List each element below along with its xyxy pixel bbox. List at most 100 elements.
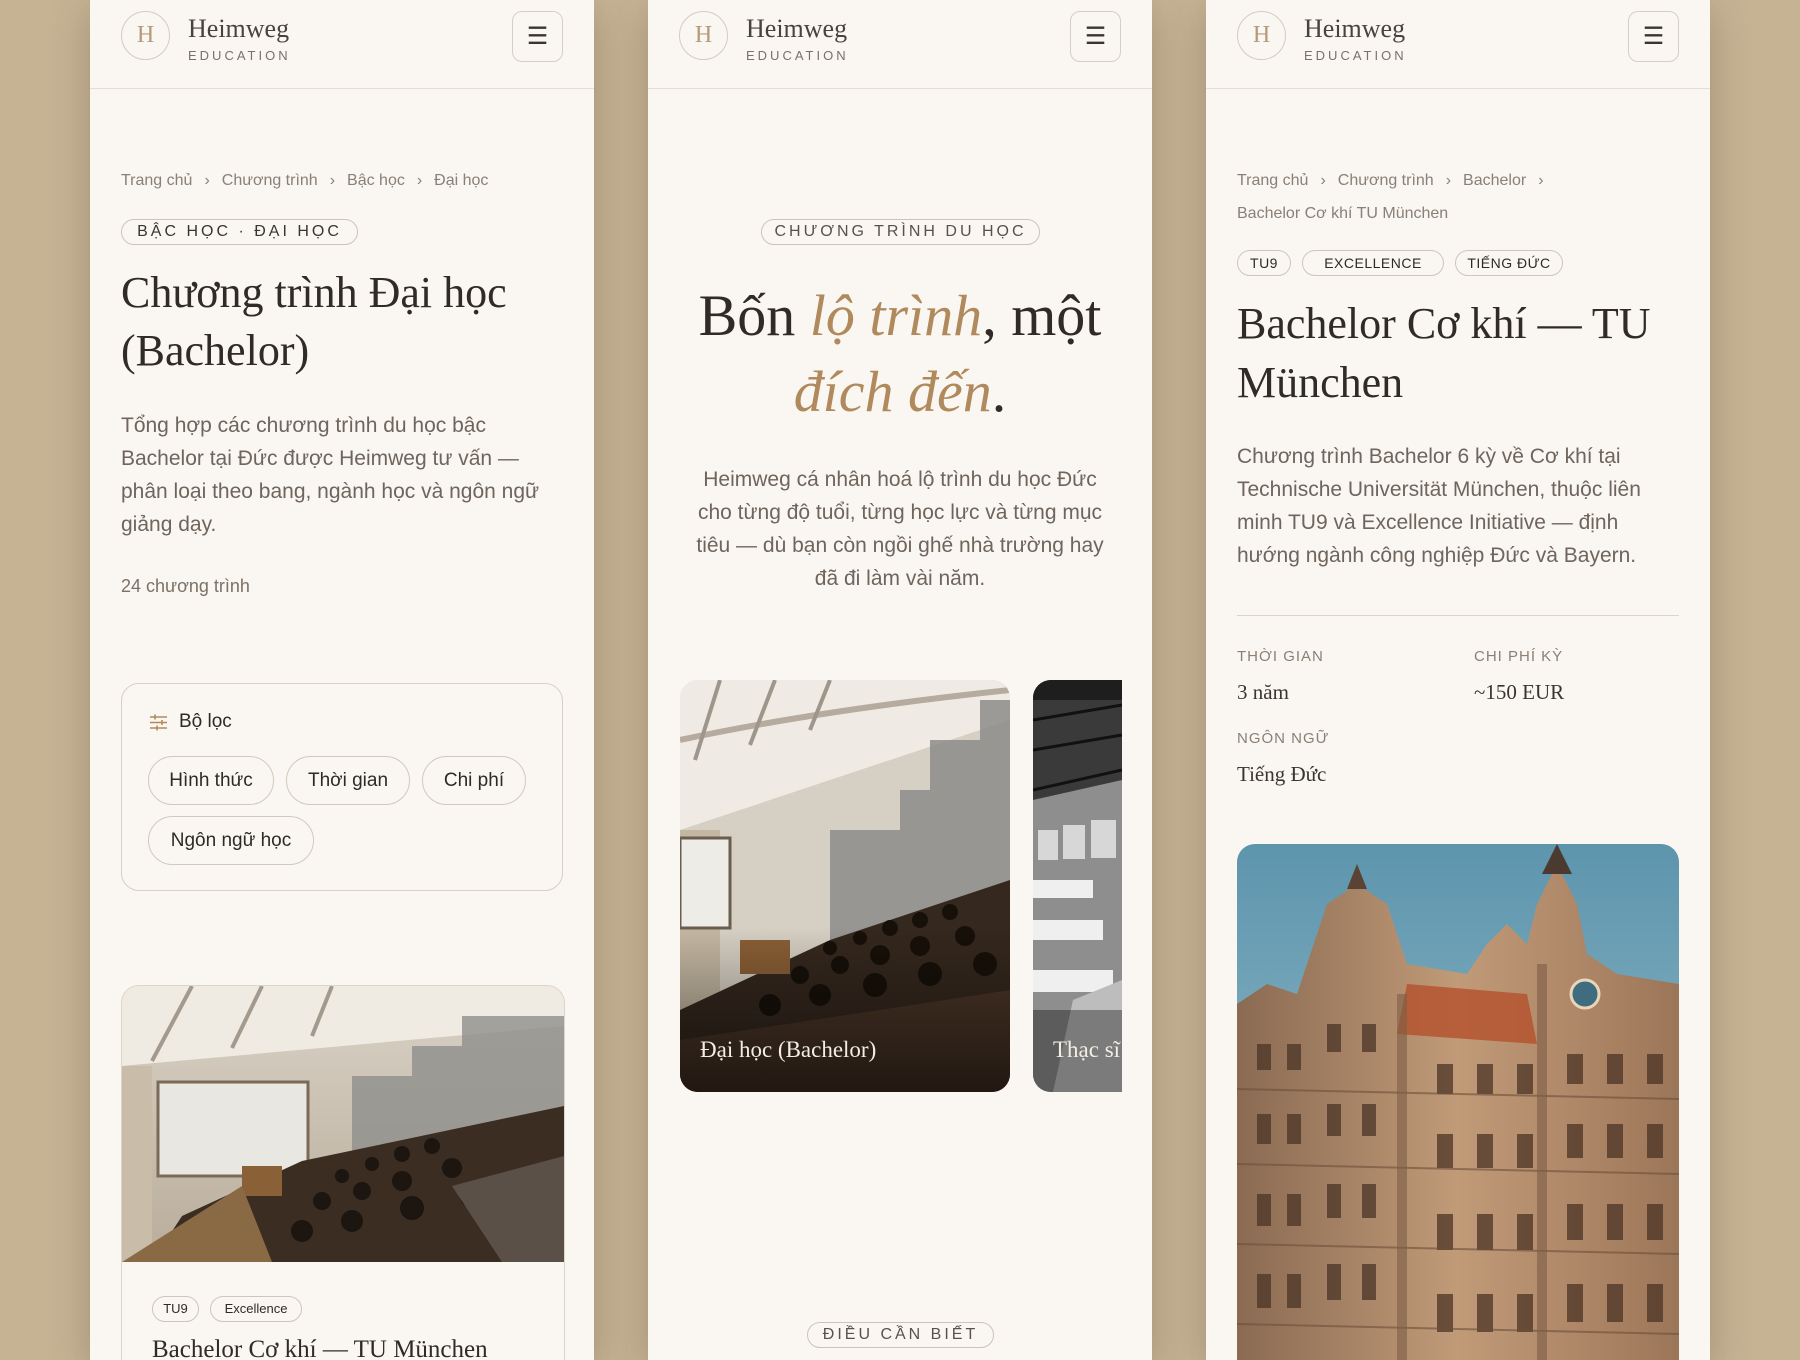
- brand-name[interactable]: Heimweg: [188, 14, 289, 44]
- description-line: Bachelor tại Đức được Heimweg tư vấn —: [121, 447, 519, 470]
- breadcrumb-programs[interactable]: Chương trình: [222, 172, 318, 190]
- chevron-right-icon: ›: [329, 172, 336, 189]
- chevron-right-icon: ›: [1445, 172, 1452, 189]
- stat-duration-label: THỜI GIAN: [1237, 648, 1324, 665]
- filter-chip-format[interactable]: Hình thức: [148, 756, 274, 805]
- breadcrumb-programs[interactable]: Chương trình: [1338, 172, 1434, 190]
- breadcrumb-level[interactable]: Bậc học: [347, 172, 405, 190]
- filter-chip-language[interactable]: Ngôn ngữ học: [148, 816, 314, 865]
- tag-excellence: EXCELLENCE: [1302, 250, 1444, 276]
- path-card-label: Đại học (Bachelor): [700, 1037, 877, 1062]
- menu-button[interactable]: ☰: [512, 11, 563, 62]
- lecture-hall-image: [680, 680, 1010, 1092]
- lecture-hall-image: [122, 986, 564, 1262]
- filter-title: Bộ lọc: [179, 711, 232, 732]
- level-badge: BẬC HỌC · ĐẠI HỌC: [121, 219, 358, 245]
- filter-chip-cost[interactable]: Chi phí: [422, 756, 526, 805]
- brand-name[interactable]: Heimweg: [1304, 14, 1405, 44]
- filter-panel: Bộ lọc Hình thức Thời gian Chi phí Ngôn …: [121, 683, 563, 891]
- breadcrumb-current: Bachelor Cơ khí TU München: [1237, 205, 1449, 222]
- screen-program-detail: H Heimweg EDUCATION ☰ Trang chủ › Chương t…: [1206, 0, 1710, 1360]
- page-title: Chương trình Đại học (Bachelor): [121, 264, 507, 380]
- header: H Heimweg EDUCATION ☰: [648, 0, 1152, 89]
- stat-language-value: Tiếng Đức: [1237, 762, 1327, 786]
- program-count: 24 chương trình: [121, 576, 250, 596]
- breadcrumb: Trang chủ › Chương trình › Bachelor ›: [1237, 172, 1556, 190]
- hero-title-part: , một: [982, 283, 1102, 348]
- description-line: Heimweg cá nhân hoá lộ trình du học Đức: [703, 468, 1097, 491]
- divider: [1237, 615, 1679, 616]
- chevron-right-icon: ›: [416, 172, 423, 189]
- stat-duration-value: 3 năm: [1237, 680, 1289, 704]
- path-card-label: Thạc sĩ: [1053, 1037, 1121, 1062]
- screen-bachelor-list: H Heimweg EDUCATION ☰ Trang chủ › Chương t…: [90, 0, 594, 1360]
- page-title-line: Chương trình Đại học: [121, 268, 507, 317]
- chevron-right-icon: ›: [1538, 172, 1544, 189]
- hero-title-part: .: [991, 359, 1007, 424]
- page-title-line: (Bachelor): [121, 326, 310, 375]
- hero-title-accent: lộ trình: [809, 283, 983, 348]
- description-line: minh TU9 và Excellence Initiative — định: [1237, 511, 1619, 534]
- brand-subtitle: EDUCATION: [746, 48, 849, 63]
- university-image: [1237, 844, 1679, 1360]
- hero-title-accent: đích đến: [793, 359, 992, 424]
- description-line: Chương trình Bachelor 6 kỳ về Cơ khí tại: [1237, 445, 1621, 468]
- chevron-right-icon: ›: [204, 172, 210, 189]
- brand-subtitle: EDUCATION: [188, 48, 291, 63]
- university-building-image: [1237, 844, 1679, 1360]
- menu-icon: ☰: [1084, 23, 1107, 50]
- description-line: Tổng hợp các chương trình du học bậc: [121, 414, 486, 437]
- logo-mark[interactable]: H: [121, 11, 170, 60]
- tag-german: TIẾNG ĐỨC: [1455, 250, 1563, 276]
- card-tag-tu9: TU9: [152, 1296, 199, 1322]
- filter-chip-duration[interactable]: Thời gian: [286, 756, 410, 805]
- breadcrumb-home[interactable]: Trang chủ: [121, 172, 192, 190]
- program-card[interactable]: TU9 Excellence Bachelor Cơ khí — TU Münc…: [121, 985, 565, 1360]
- menu-icon: ☰: [1642, 23, 1665, 50]
- stat-language-label: NGÔN NGỮ: [1237, 730, 1330, 747]
- description-line: cho từng độ tuổi, từng học lực và từng m…: [697, 501, 1103, 524]
- page-title-line: München: [1237, 358, 1404, 407]
- path-card-master[interactable]: Thạc sĩ: [1033, 680, 1122, 1092]
- hero-title: Bốn lộ trình, một đích đến.: [648, 278, 1152, 430]
- menu-icon: ☰: [526, 23, 549, 50]
- tag-tu9: TU9: [1237, 250, 1291, 276]
- menu-button[interactable]: ☰: [1628, 11, 1679, 62]
- description-line: đã đi làm vài năm.: [814, 567, 986, 590]
- page-title: Bachelor Cơ khí — TU München: [1237, 294, 1651, 412]
- page-description: Chương trình Bachelor 6 kỳ về Cơ khí tại…: [1237, 440, 1687, 572]
- screen-program-paths: H Heimweg EDUCATION ☰ CHƯƠNG TRÌNH DU HỌ…: [648, 0, 1152, 1360]
- brand-subtitle: EDUCATION: [1304, 48, 1407, 63]
- chevron-right-icon: ›: [1320, 172, 1326, 189]
- sliders-icon: [150, 714, 167, 731]
- eyebrow-badge: CHƯƠNG TRÌNH DU HỌC: [761, 219, 1040, 245]
- breadcrumb: Trang chủ › Chương trình › Bậc học › Đại học: [121, 172, 488, 190]
- description-line: phân loại theo bang, ngành học và ngôn n…: [121, 480, 540, 503]
- hero-title-part: Bốn: [698, 283, 810, 348]
- description-line: tiêu — dù bạn còn ngồi ghế nhà trường ha…: [696, 534, 1104, 557]
- path-card-bachelor[interactable]: Đại học (Bachelor): [680, 680, 1010, 1092]
- page-description: Tổng hợp các chương trình du học bậc Bac…: [121, 409, 571, 541]
- hero-description: Heimweg cá nhân hoá lộ trình du học Đức …: [648, 463, 1152, 595]
- card-tag-excellence: Excellence: [210, 1296, 302, 1322]
- section-badge: ĐIỀU CẦN BIẾT: [807, 1322, 994, 1348]
- stat-cost-value: ~150 EUR: [1474, 680, 1565, 704]
- breadcrumb-current: Đại học: [434, 172, 489, 189]
- logo-mark[interactable]: H: [1237, 11, 1286, 60]
- breadcrumb-level[interactable]: Bachelor: [1463, 172, 1526, 190]
- header: H Heimweg EDUCATION ☰: [1206, 0, 1710, 89]
- office-image: [1033, 680, 1122, 1092]
- breadcrumb-home[interactable]: Trang chủ: [1237, 172, 1308, 190]
- description-line: giảng dạy.: [121, 513, 217, 536]
- hero-title-line: đích đến.: [648, 354, 1152, 430]
- header: H Heimweg EDUCATION ☰: [90, 0, 594, 89]
- card-title[interactable]: Bachelor Cơ khí — TU München: [152, 1336, 488, 1360]
- hero-title-line: Bốn lộ trình, một: [648, 278, 1152, 354]
- menu-button[interactable]: ☰: [1070, 11, 1121, 62]
- page-title-line: Bachelor Cơ khí — TU: [1237, 299, 1651, 348]
- stat-cost-label: CHI PHÍ KỲ: [1474, 648, 1564, 665]
- brand-name[interactable]: Heimweg: [746, 14, 847, 44]
- logo-mark[interactable]: H: [679, 11, 728, 60]
- description-line: hướng ngành công nghiệp Đức và Bayern.: [1237, 544, 1637, 567]
- description-line: Technische Universität München, thuộc li…: [1237, 478, 1641, 501]
